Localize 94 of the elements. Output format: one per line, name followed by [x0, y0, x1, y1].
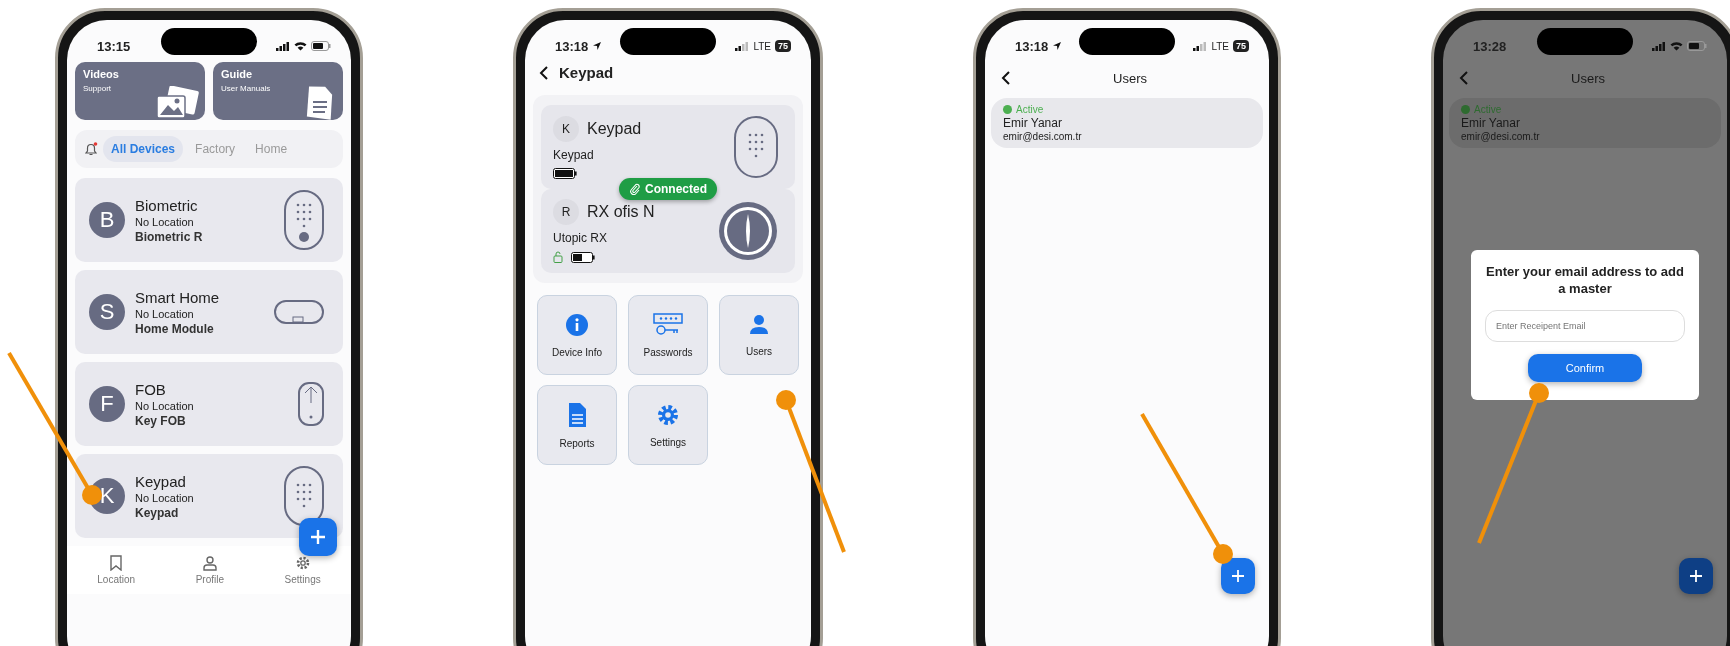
screen-title: Users [1570, 70, 1606, 86]
device-card[interactable]: K Keypad No Location Keypad [75, 454, 343, 538]
user-email: emir@desi.com.tr [1003, 131, 1083, 142]
user-name: Emir Yanar [1003, 116, 1063, 130]
fingerprint-keypad-icon [283, 189, 325, 251]
device-avatar: B [89, 202, 125, 238]
device-model: Keypad [135, 505, 180, 520]
user-name: Emir Yanar [1461, 116, 1521, 130]
action-tile[interactable]: Device Info [537, 295, 617, 375]
signal-icon [1193, 41, 1208, 51]
wifi-icon [1670, 41, 1683, 51]
device-name: Keypad [135, 472, 187, 490]
password-key-icon [652, 312, 684, 337]
status-time: 13:28 [1473, 38, 1507, 54]
back-icon[interactable] [1001, 70, 1011, 86]
dialog-title: Enter your email address to add a master [1485, 264, 1685, 298]
device-location: No Location [135, 307, 195, 320]
device-model: Keypad [553, 147, 595, 162]
round-lock-icon [717, 200, 779, 262]
device-location: No Location [135, 491, 194, 504]
device-avatar: F [89, 386, 125, 422]
network-label: LTE [1211, 40, 1229, 52]
battery-icon [311, 41, 331, 51]
user-status: Active [1016, 104, 1044, 115]
status-time: 13:18 [1015, 38, 1049, 54]
nav-item[interactable]: Profile [189, 554, 230, 586]
device-card[interactable]: S Smart Home No Location Home Module [75, 270, 343, 354]
shortcut-card[interactable]: Videos Support [75, 62, 205, 120]
device-location: No Location [135, 399, 194, 412]
device-card[interactable]: F FOB No Location Key FOB [75, 362, 343, 446]
wifi-icon [294, 41, 307, 51]
action-tile[interactable]: Users [719, 295, 799, 375]
action-tile[interactable]: Settings [628, 385, 708, 465]
plus-icon [1231, 569, 1245, 583]
battery-icon [553, 167, 577, 179]
shortcut-subtitle: User Manuals [221, 84, 271, 93]
device-location: No Location [135, 215, 195, 228]
device-name: FOB [135, 380, 167, 398]
action-tile[interactable]: Reports [537, 385, 617, 465]
device-avatar: R [553, 199, 579, 225]
device-name: Biometric [135, 196, 199, 214]
screen-title: Users [1112, 70, 1148, 86]
fob-icon [297, 381, 325, 427]
device-model: Utopic RX [553, 231, 609, 245]
user-status: Active [1474, 104, 1502, 115]
device-card[interactable]: B Biometric No Location Biometric R [75, 178, 343, 262]
keypad-icon [733, 115, 779, 179]
battery-level: 75 [1233, 40, 1249, 52]
device-avatar: K [553, 115, 579, 142]
add-button[interactable] [1679, 558, 1713, 594]
plus-icon [309, 528, 327, 546]
battery-level: 75 [775, 40, 791, 52]
unlocked-padlock-icon [553, 251, 563, 263]
user-icon [748, 313, 770, 336]
signal-icon [276, 41, 290, 51]
device-avatar: S [89, 294, 125, 330]
battery-icon [571, 251, 595, 263]
nav-item[interactable]: Location [91, 554, 142, 586]
settings-icon [294, 555, 311, 571]
nav-item[interactable]: Settings [278, 554, 327, 586]
shortcut-subtitle: Support [83, 84, 113, 93]
back-icon[interactable] [539, 64, 549, 81]
add-button[interactable] [299, 518, 337, 556]
confirm-button[interactable]: Confirm [1527, 353, 1643, 382]
signal-icon [1652, 41, 1666, 51]
device-name: Smart Home [135, 288, 220, 306]
signal-icon [735, 41, 750, 51]
shortcut-title: Videos [83, 68, 119, 80]
network-label: LTE [753, 40, 771, 52]
document-icon [567, 401, 587, 428]
bookmark-icon [109, 555, 124, 571]
battery-icon [1687, 41, 1707, 51]
device-model: Biometric R [135, 229, 203, 244]
status-time: 13:18 [555, 38, 589, 54]
action-tile[interactable]: Passwords [628, 295, 708, 375]
device-model: Home Module [135, 321, 215, 336]
email-input-field[interactable]: Enter Receipent Email [1485, 309, 1685, 342]
shortcut-card[interactable]: Guide User Manuals [213, 62, 343, 120]
shortcut-title: Guide [221, 68, 254, 80]
screen-title: Keypad [559, 64, 614, 81]
add-button[interactable] [1221, 558, 1255, 594]
person-icon [201, 555, 218, 571]
plus-icon [1689, 569, 1703, 583]
device-name: RX ofis N [587, 203, 655, 221]
info-icon [565, 312, 589, 337]
connected-badge: Connected [619, 178, 717, 200]
user-email: emir@desi.com.tr [1461, 131, 1541, 142]
user-card[interactable]: Active Emir Yanar emir@desi.com.tr [991, 98, 1263, 148]
device-model: Key FOB [135, 413, 187, 428]
bell-icon[interactable] [83, 141, 99, 157]
status-time: 13:15 [97, 38, 131, 54]
device-name: Keypad [587, 119, 642, 138]
settings-icon [656, 402, 680, 427]
pill-device-icon [273, 299, 325, 325]
